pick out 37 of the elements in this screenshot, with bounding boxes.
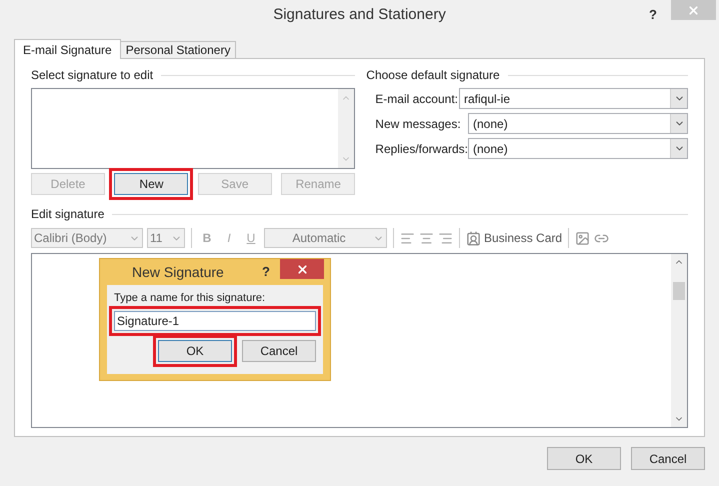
dialog-title: New Signature [132,262,224,282]
scroll-thumb[interactable] [673,282,685,300]
help-button[interactable]: ? [649,5,657,25]
contact-card-icon [466,230,481,246]
dialog-button[interactable]: OK [547,447,621,470]
field-label: Replies/forwards: [375,140,468,158]
signature-list[interactable] [31,88,356,169]
signature-editor[interactable]: New Signature ? Type a name for this signature: Signature-1 OK Cancel [31,253,688,428]
close-button[interactable] [280,259,324,279]
dropdown-field[interactable]: (none) [468,113,688,134]
section-heading: Select signature to edit [31,67,154,84]
align-center-icon[interactable] [419,230,434,246]
close-icon [296,262,308,276]
dialog-button[interactable]: New [114,173,188,195]
size-dropdown[interactable]: 11 [147,228,185,248]
dropdown-field[interactable]: (none) [468,138,688,159]
dialog-button[interactable]: Cancel [242,340,316,362]
window-title: Signatures and Stationery [273,4,446,25]
tab[interactable]: E-mail Signature [14,39,121,59]
dropdown-field[interactable]: rafiqul-ie [459,88,688,109]
business-card-button[interactable]: Business Card [466,229,562,247]
field-label: New messages: [375,116,461,132]
dialog-button[interactable]: OK [158,340,232,362]
font-dropdown[interactable]: Calibri (Body) [31,228,143,248]
close-icon [687,4,700,16]
align-left-icon[interactable] [400,230,415,246]
field-label: E-mail account: [375,90,458,108]
prompt-text: Type a name for this signature: [114,291,266,306]
section-heading: Edit signature [31,206,104,223]
help-button[interactable]: ? [262,262,270,282]
dialog-button[interactable]: Cancel [631,447,705,470]
section-heading: Choose default signature [366,67,500,84]
tab[interactable]: Personal Stationery [120,41,236,58]
align-right-icon[interactable] [438,230,453,246]
color-dropdown[interactable]: Automatic [264,228,387,248]
name-field[interactable]: Signature-1 [114,310,316,330]
picture-icon[interactable] [575,230,590,246]
